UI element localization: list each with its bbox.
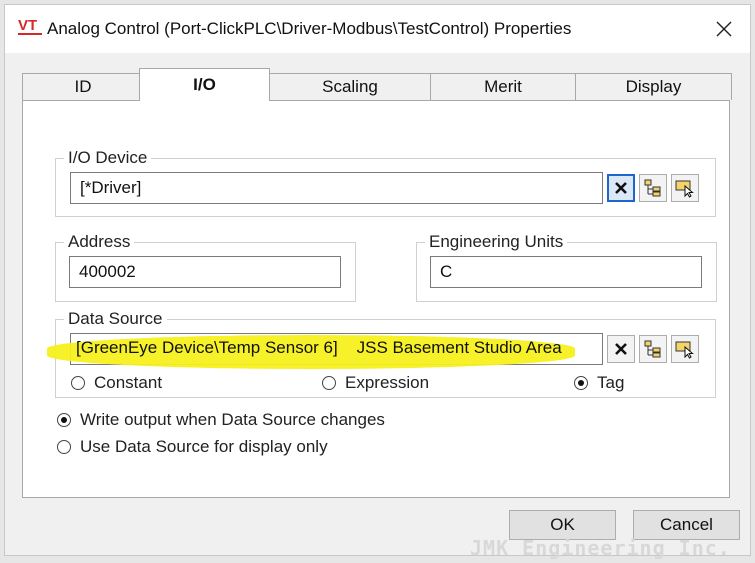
title-bar: VT Analog Control (Port-ClickPLC\Driver-… [5, 5, 750, 53]
io-device-field[interactable]: [*Driver] [70, 172, 603, 204]
radio-constant[interactable]: Constant [71, 373, 162, 393]
radio-expression-circle[interactable] [322, 376, 336, 390]
clear-icon [615, 343, 627, 355]
clear-icon [615, 182, 627, 194]
tab-io[interactable]: I/O [139, 68, 270, 101]
data-source-clear-button[interactable] [607, 335, 635, 363]
pointer-select-icon [675, 341, 694, 359]
radio-write-output-circle[interactable] [57, 413, 71, 427]
engineering-units-label: Engineering Units [425, 232, 568, 252]
vt-logo-icon: VT [18, 17, 42, 35]
radio-display-only-circle[interactable] [57, 440, 71, 454]
radio-tag[interactable]: Tag [574, 373, 624, 393]
close-button[interactable] [698, 5, 750, 53]
engineering-units-field[interactable]: C [430, 256, 702, 288]
radio-display-only[interactable]: Use Data Source for display only [57, 437, 328, 457]
tree-browse-icon [644, 340, 661, 358]
io-tab-panel: I/O Device [*Driver] Address 400002 Engi… [22, 100, 730, 498]
close-icon [716, 21, 732, 37]
radio-constant-circle[interactable] [71, 376, 85, 390]
data-source-browse-tree-button[interactable] [639, 335, 667, 363]
window-title: Analog Control (Port-ClickPLC\Driver-Mod… [47, 19, 572, 38]
radio-write-output-label: Write output when Data Source changes [80, 410, 385, 429]
radio-expression-label: Expression [345, 373, 430, 392]
tab-display[interactable]: Display [575, 73, 732, 100]
data-source-select-button[interactable] [671, 335, 699, 363]
address-field[interactable]: 400002 [69, 256, 341, 288]
io-device-clear-button[interactable] [607, 174, 635, 202]
radio-tag-label: Tag [597, 373, 625, 392]
properties-dialog: VT Analog Control (Port-ClickPLC\Driver-… [4, 4, 751, 556]
radio-write-output[interactable]: Write output when Data Source changes [57, 410, 385, 430]
io-device-select-button[interactable] [671, 174, 699, 202]
radio-expression[interactable]: Expression [322, 373, 429, 393]
radio-constant-label: Constant [94, 373, 163, 392]
tab-merit[interactable]: Merit [430, 73, 576, 100]
tree-browse-icon [644, 179, 661, 197]
svg-text:VT: VT [18, 17, 37, 34]
address-label: Address [64, 232, 135, 252]
data-source-label: Data Source [64, 309, 167, 329]
io-device-browse-tree-button[interactable] [639, 174, 667, 202]
data-source-value: [GreenEye Device\Temp Sensor 6] JSS Base… [76, 338, 562, 357]
pointer-select-icon [675, 180, 694, 198]
io-device-label: I/O Device [64, 148, 152, 168]
watermark: JMK Engineering Inc. [470, 536, 731, 560]
tab-scaling[interactable]: Scaling [269, 73, 431, 100]
tab-id[interactable]: ID [22, 73, 144, 100]
radio-tag-circle[interactable] [574, 376, 588, 390]
radio-display-only-label: Use Data Source for display only [80, 437, 328, 456]
